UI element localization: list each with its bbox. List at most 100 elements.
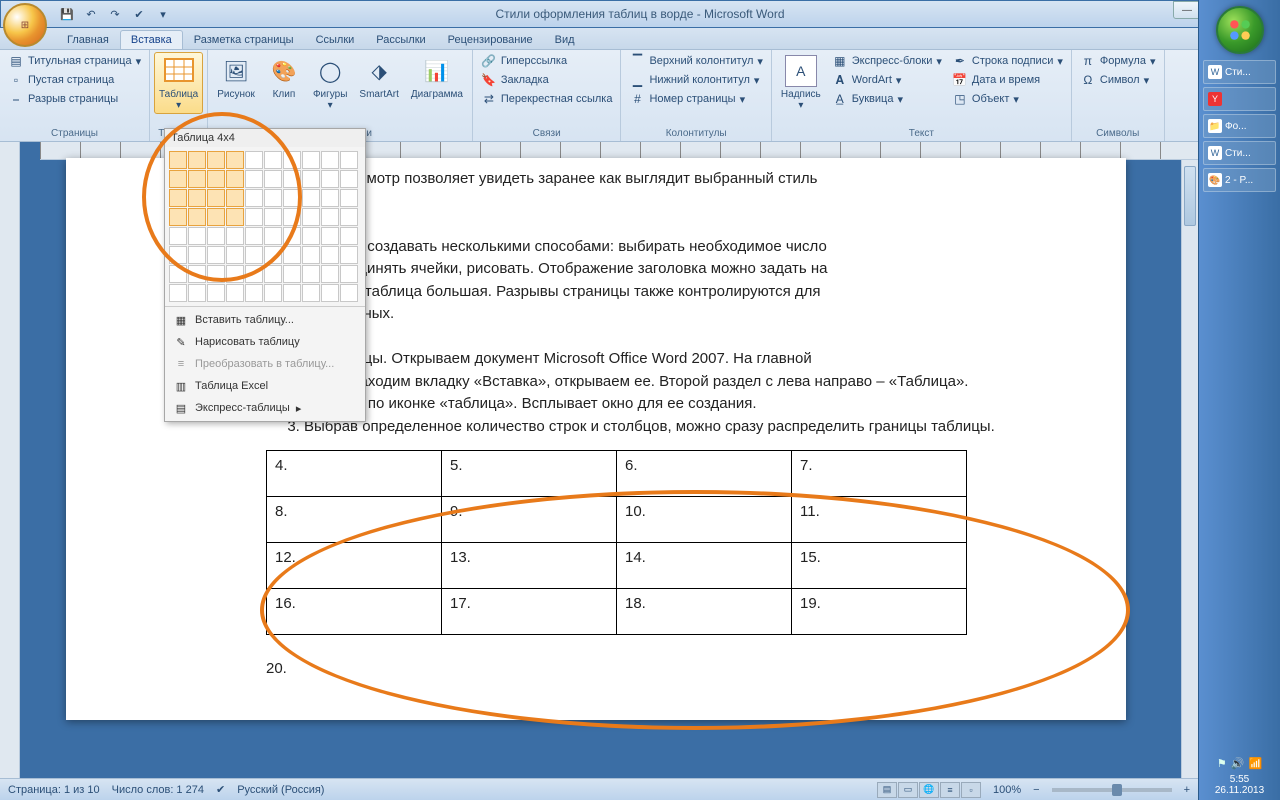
grid-cell[interactable] — [245, 189, 263, 207]
start-button[interactable] — [1216, 6, 1264, 54]
grid-cell[interactable] — [207, 189, 225, 207]
btn-object[interactable]: ◳Объект ▾ — [948, 90, 1067, 108]
grid-cell[interactable] — [264, 284, 282, 302]
grid-cell[interactable] — [302, 246, 320, 264]
btn-symbol[interactable]: ΩСимвол ▾ — [1076, 71, 1160, 89]
view-outline[interactable]: ≡ — [940, 782, 960, 798]
btn-bookmark[interactable]: 🔖Закладка — [477, 71, 617, 89]
grid-cell[interactable] — [188, 265, 206, 283]
tab-home[interactable]: Главная — [56, 30, 120, 49]
grid-cell[interactable] — [245, 170, 263, 188]
status-page[interactable]: Страница: 1 из 10 — [8, 784, 100, 796]
grid-cell[interactable] — [188, 284, 206, 302]
btn-header[interactable]: ▔Верхний колонтитул ▾ — [625, 52, 766, 70]
grid-cell[interactable] — [226, 227, 244, 245]
btn-date-time[interactable]: 📅Дата и время — [948, 71, 1067, 89]
btn-dropcap[interactable]: A̲Буквица ▾ — [828, 90, 946, 108]
grid-cell[interactable] — [226, 208, 244, 226]
grid-cell[interactable] — [283, 284, 301, 302]
menu-insert-table[interactable]: ▦Вставить таблицу... — [165, 309, 365, 331]
grid-cell[interactable] — [264, 170, 282, 188]
grid-cell[interactable] — [340, 265, 358, 283]
grid-cell[interactable] — [321, 246, 339, 264]
grid-cell[interactable] — [245, 208, 263, 226]
btn-wordart[interactable]: 𝐀WordArt ▾ — [828, 71, 946, 89]
tray-time[interactable]: 5:55 — [1199, 774, 1280, 785]
grid-cell[interactable] — [340, 208, 358, 226]
grid-cell[interactable] — [226, 246, 244, 264]
btn-blank-page[interactable]: ▫Пустая страница — [4, 71, 145, 89]
grid-cell[interactable] — [226, 189, 244, 207]
grid-cell[interactable] — [283, 151, 301, 169]
grid-cell[interactable] — [207, 151, 225, 169]
grid-cell[interactable] — [340, 284, 358, 302]
grid-cell[interactable] — [169, 265, 187, 283]
zoom-slider[interactable] — [1052, 788, 1172, 792]
grid-cell[interactable] — [283, 189, 301, 207]
grid-cell[interactable] — [207, 265, 225, 283]
grid-cell[interactable] — [340, 151, 358, 169]
grid-cell[interactable] — [302, 265, 320, 283]
document-table[interactable]: 4.5.6.7. 8.9.10.11. 12.13.14.15. 16.17.1… — [266, 450, 967, 635]
btn-page-break[interactable]: ⎯Разрыв страницы — [4, 90, 145, 108]
taskbar-item[interactable]: 🎨2 - P... — [1203, 168, 1276, 192]
grid-cell[interactable] — [245, 151, 263, 169]
tab-view[interactable]: Вид — [544, 30, 586, 49]
grid-cell[interactable] — [340, 246, 358, 264]
grid-cell[interactable] — [207, 170, 225, 188]
btn-chart[interactable]: 📊Диаграмма — [406, 52, 468, 103]
grid-cell[interactable] — [321, 151, 339, 169]
grid-cell[interactable] — [321, 227, 339, 245]
grid-cell[interactable] — [245, 246, 263, 264]
grid-cell[interactable] — [321, 189, 339, 207]
qat-undo[interactable]: ↶ — [81, 4, 101, 24]
grid-cell[interactable] — [264, 189, 282, 207]
grid-cell[interactable] — [283, 170, 301, 188]
grid-cell[interactable] — [302, 208, 320, 226]
grid-cell[interactable] — [264, 227, 282, 245]
taskbar-item[interactable]: 📁Фо... — [1203, 114, 1276, 138]
qat-save[interactable]: 💾 — [57, 4, 77, 24]
btn-textbox[interactable]: AНадпись▾ — [776, 52, 826, 114]
grid-cell[interactable] — [283, 265, 301, 283]
grid-cell[interactable] — [283, 208, 301, 226]
zoom-out[interactable]: − — [1033, 784, 1039, 796]
grid-cell[interactable] — [321, 208, 339, 226]
btn-smartart[interactable]: ⬗SmartArt — [354, 52, 403, 103]
grid-cell[interactable] — [188, 246, 206, 264]
menu-express-tables[interactable]: ▤Экспресс-таблицы ▸ — [165, 397, 365, 419]
tray-date[interactable]: 26.11.2013 — [1199, 785, 1280, 796]
grid-cell[interactable] — [302, 189, 320, 207]
grid-cell[interactable] — [169, 170, 187, 188]
grid-cell[interactable] — [340, 170, 358, 188]
taskbar-item[interactable]: WСти... — [1203, 60, 1276, 84]
qat-redo[interactable]: ↷ — [105, 4, 125, 24]
btn-footer[interactable]: ▁Нижний колонтитул ▾ — [625, 71, 766, 89]
tab-page-layout[interactable]: Разметка страницы — [183, 30, 305, 49]
taskbar-item[interactable]: Y — [1203, 87, 1276, 111]
grid-cell[interactable] — [226, 151, 244, 169]
grid-cell[interactable] — [245, 265, 263, 283]
minimize-button[interactable]: — — [1173, 1, 1201, 19]
status-language[interactable]: Русский (Россия) — [237, 784, 324, 796]
grid-cell[interactable] — [321, 265, 339, 283]
qat-spellcheck[interactable]: ✔ — [129, 4, 149, 24]
grid-cell[interactable] — [207, 208, 225, 226]
grid-cell[interactable] — [302, 170, 320, 188]
vertical-ruler[interactable] — [0, 142, 20, 778]
tray-volume-icon[interactable]: 🔊 — [1231, 757, 1245, 770]
view-full-screen[interactable]: ▭ — [898, 782, 918, 798]
tray-network-icon[interactable]: 📶 — [1248, 757, 1262, 770]
grid-cell[interactable] — [264, 208, 282, 226]
grid-cell[interactable] — [188, 208, 206, 226]
tab-mailings[interactable]: Рассылки — [365, 30, 436, 49]
grid-cell[interactable] — [188, 189, 206, 207]
grid-cell[interactable] — [207, 227, 225, 245]
table-size-grid[interactable] — [165, 147, 365, 306]
view-draft[interactable]: ▫ — [961, 782, 981, 798]
status-spellcheck-icon[interactable]: ✔ — [216, 783, 225, 796]
grid-cell[interactable] — [169, 208, 187, 226]
grid-cell[interactable] — [169, 246, 187, 264]
menu-draw-table[interactable]: ✎Нарисовать таблицу — [165, 331, 365, 353]
grid-cell[interactable] — [264, 151, 282, 169]
